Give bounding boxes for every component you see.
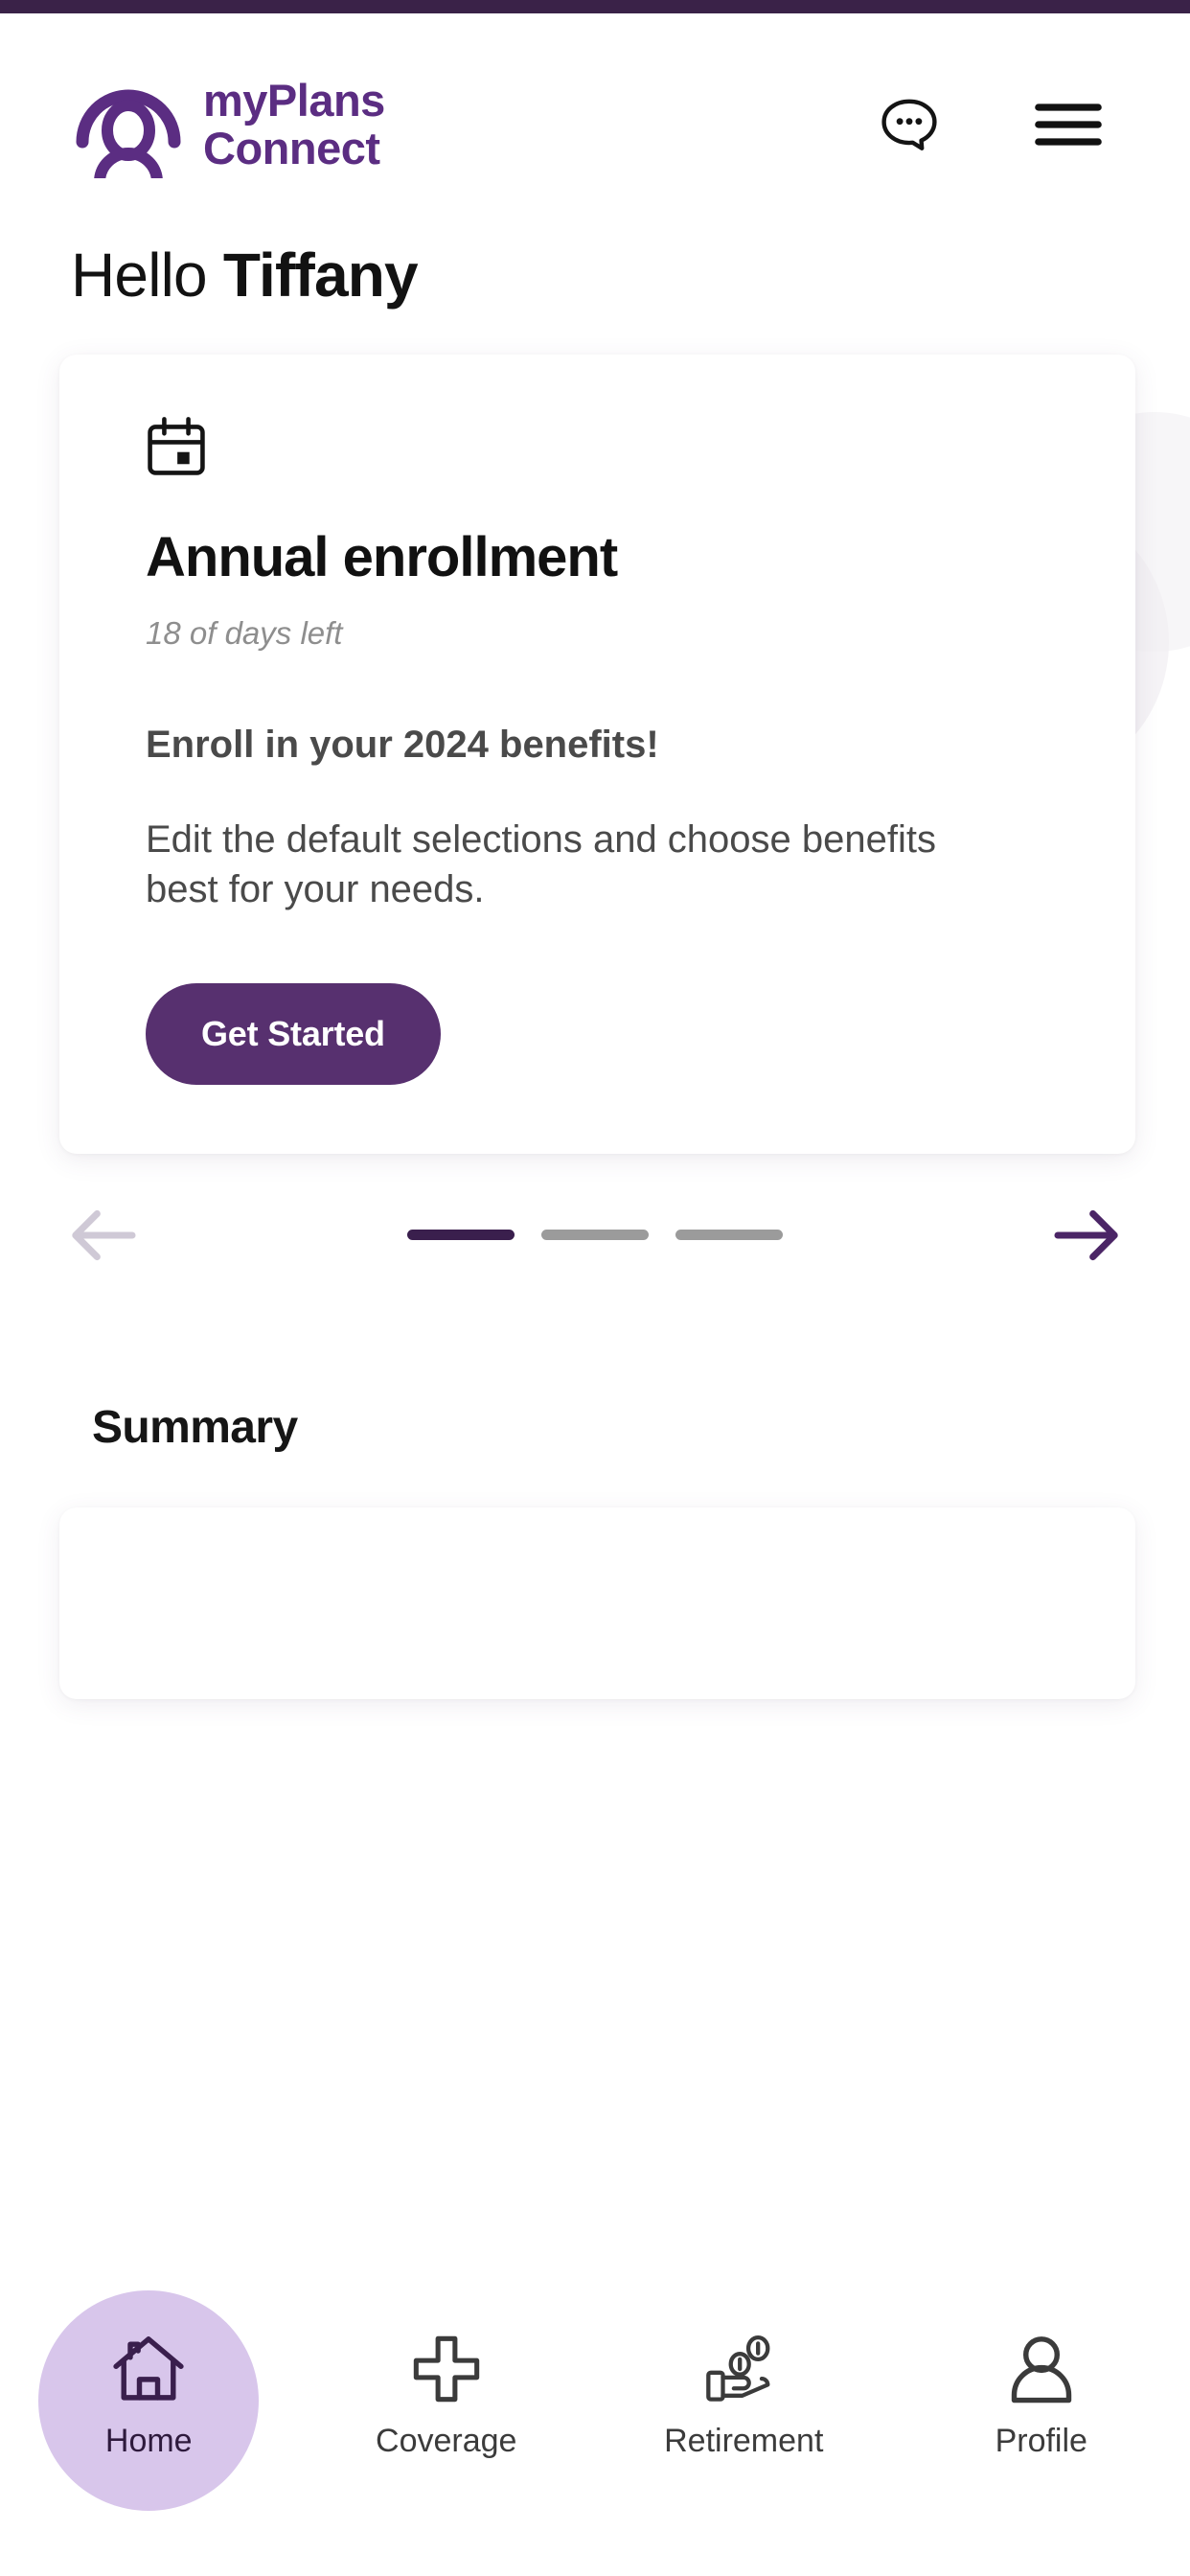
summary-heading: Summary (92, 1401, 298, 1453)
summary-card[interactable] (59, 1506, 1135, 1699)
carousel-dots (407, 1230, 783, 1241)
brand-name: myPlans Connect (203, 77, 385, 172)
arrow-left-icon[interactable] (61, 1194, 144, 1276)
nav-item-home[interactable]: Home (0, 2290, 298, 2511)
card-title: Annual enrollment (146, 526, 618, 588)
card-days-left: 18 of days left (146, 614, 343, 651)
carousel-dot-1[interactable] (407, 1230, 515, 1241)
card-body-text: Edit the default selections and choose b… (146, 817, 936, 910)
calendar-icon (146, 416, 1049, 482)
brand-name-line2: Connect (203, 123, 380, 173)
get-started-button[interactable]: Get Started (146, 982, 441, 1085)
greeting-prefix: Hello (71, 241, 223, 310)
nav-label-home: Home (104, 2423, 193, 2459)
status-bar (0, 0, 1190, 13)
header-actions (874, 89, 1131, 160)
app-header: myPlans Connect (0, 13, 1190, 188)
hero-carousel: Annual enrollment 18 of days left Enroll… (0, 310, 1190, 1154)
plus-cross-icon (410, 2323, 483, 2415)
carousel-dot-3[interactable] (675, 1230, 783, 1241)
nav-label-retirement: Retirement (664, 2423, 824, 2459)
nav-item-coverage[interactable]: Coverage (298, 2290, 596, 2460)
annual-enrollment-card[interactable]: Annual enrollment 18 of days left Enroll… (59, 355, 1135, 1154)
brand-logo[interactable]: myPlans Connect (75, 71, 385, 188)
home-icon (109, 2323, 188, 2415)
nav-label-profile: Profile (995, 2423, 1087, 2459)
hand-coins-icon (702, 2323, 785, 2415)
chat-bubble-dots-icon[interactable] (874, 89, 945, 160)
carousel-controls (0, 1154, 1190, 1276)
carousel-dot-2[interactable] (541, 1230, 649, 1241)
greeting-user-name: Tiffany (222, 241, 419, 310)
nav-item-profile[interactable]: Profile (893, 2290, 1190, 2460)
page-title: Hello Tiffany (0, 178, 1190, 310)
nav-item-retirement[interactable]: Retirement (595, 2290, 893, 2460)
hamburger-menu-icon[interactable] (1033, 89, 1104, 160)
myplans-connect-logo-icon (75, 71, 182, 188)
person-icon (1005, 2323, 1078, 2415)
card-lead-text: Enroll in your 2024 benefits! (146, 723, 659, 766)
brand-name-line1: myPlans (203, 75, 385, 126)
arrow-right-icon[interactable] (1046, 1194, 1129, 1276)
bottom-navigation: Home Coverage Retirement Profile (0, 2269, 1190, 2576)
nav-label-coverage: Coverage (376, 2423, 517, 2459)
